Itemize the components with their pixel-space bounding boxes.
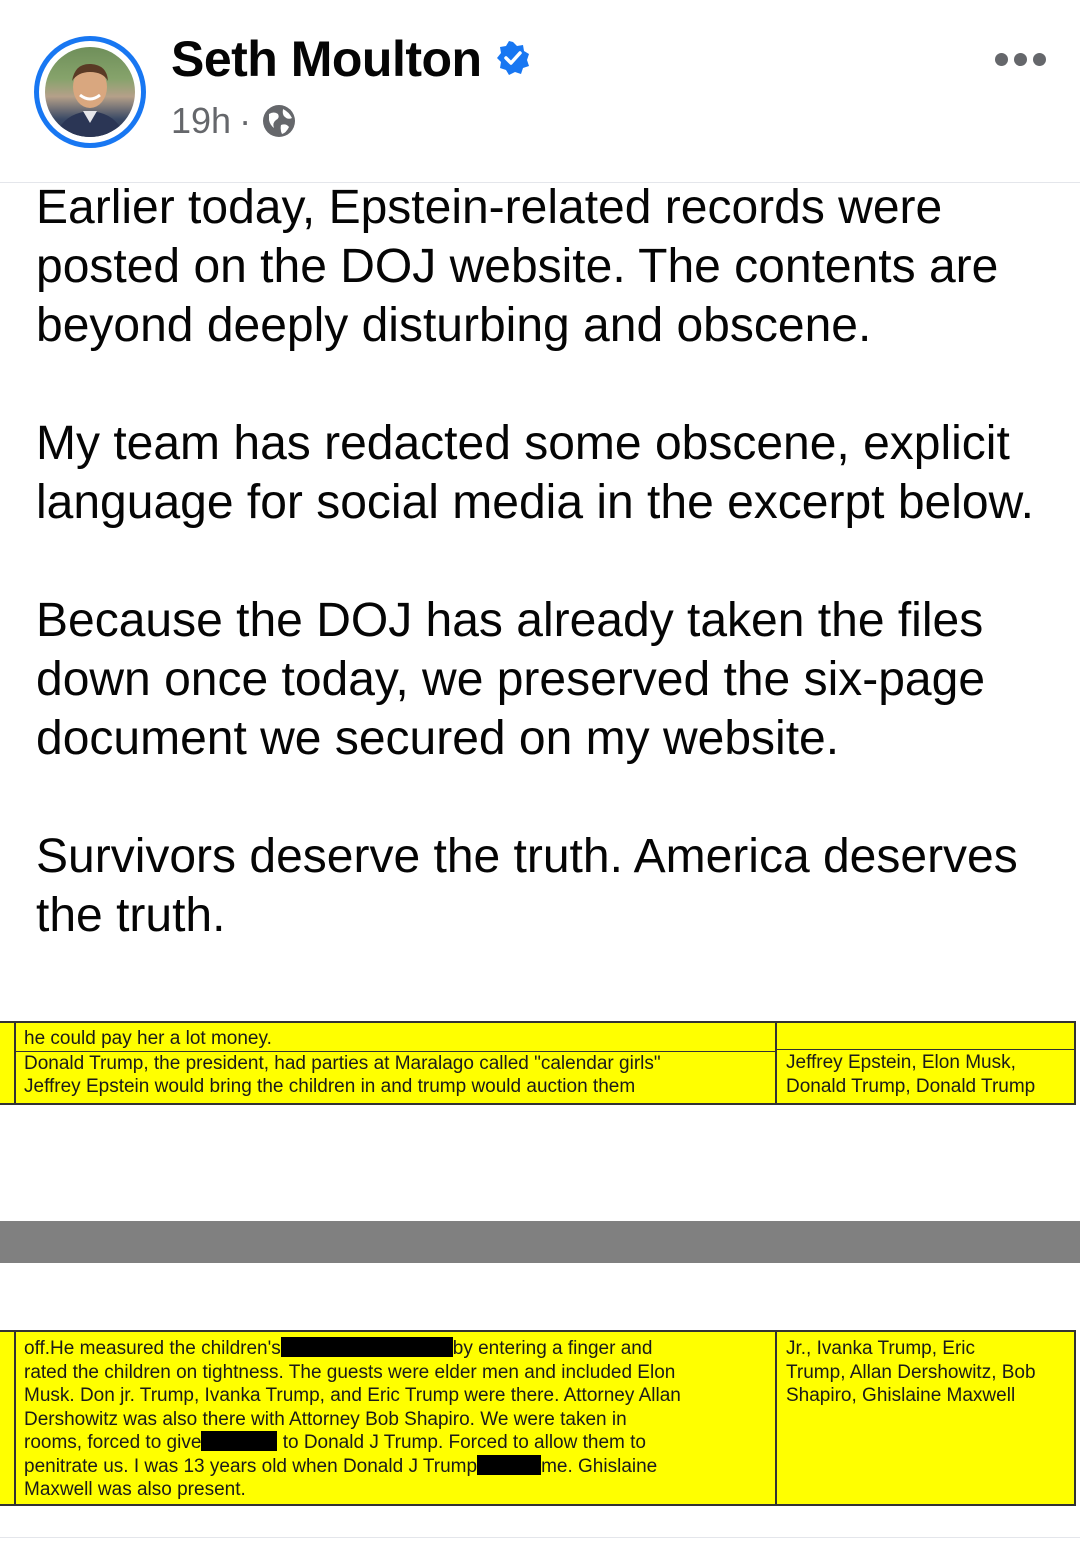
excerpt-line: off.He measured the children's by enterin… (24, 1337, 653, 1359)
excerpt-line: Donald Trump, the president, had parties… (24, 1052, 661, 1074)
excerpt-line: rated the children on tightness. The gue… (24, 1361, 676, 1383)
avatar[interactable] (34, 36, 146, 148)
author-name[interactable]: Seth Moulton (171, 30, 482, 88)
redaction-bar (280, 1337, 453, 1357)
post-paragraph: Because the DOJ has already taken the fi… (36, 594, 986, 765)
post-meta: 19h · (171, 100, 299, 142)
excerpt-line: Maxwell was also present. (24, 1479, 246, 1500)
post-time[interactable]: 19h (171, 100, 231, 142)
document-excerpt-bottom[interactable]: off.He measured the children's by enterin… (0, 1330, 1076, 1506)
globe-icon (263, 105, 296, 137)
document-excerpt-top[interactable]: he could pay her a lot money. Donald Tru… (0, 1021, 1076, 1105)
excerpt-names: Jr., Ivanka Trump, Eric (786, 1338, 975, 1359)
post-paragraph: Earlier today, Epstein-related records w… (36, 181, 999, 352)
excerpt-names: Donald Trump, Donald Trump (786, 1075, 1036, 1097)
excerpt-line: penitrate us. I was 13 years old when Do… (24, 1454, 658, 1477)
more-options-icon[interactable] (995, 44, 1055, 74)
excerpt-line: rooms, forced to give to Donald J Trump.… (24, 1431, 646, 1453)
post-header: Seth Moulton 19h · (0, 0, 1080, 183)
avatar-photo (45, 47, 135, 137)
excerpt-names: Shapiro, Ghislaine Maxwell (786, 1385, 1016, 1406)
meta-separator: · (239, 100, 252, 141)
excerpt-names: Jeffrey Epstein, Elon Musk, (786, 1052, 1016, 1073)
excerpt-line: Dershowitz was also there with Attorney … (24, 1408, 627, 1430)
excerpt-names: Trump, Allan Dershowitz, Bob (786, 1361, 1036, 1383)
divider (0, 1537, 1080, 1538)
post-paragraph: My team has redacted some obscene, expli… (36, 417, 1034, 529)
redaction-bar (201, 1431, 278, 1451)
excerpt-line: Musk. Don jr. Trump, Ivanka Trump, and E… (24, 1385, 681, 1406)
excerpt-line: he could pay her a lot money. (14, 1027, 775, 1052)
excerpt-line: Jeffrey Epstein would bring the children… (24, 1076, 636, 1097)
post-paragraph: Survivors deserve the truth. America des… (36, 830, 1018, 942)
verified-badge-icon (497, 41, 529, 75)
redaction-bar (477, 1454, 542, 1475)
post-body: Earlier today, Epstein-related records w… (36, 178, 1056, 1004)
image-divider (0, 1221, 1080, 1263)
